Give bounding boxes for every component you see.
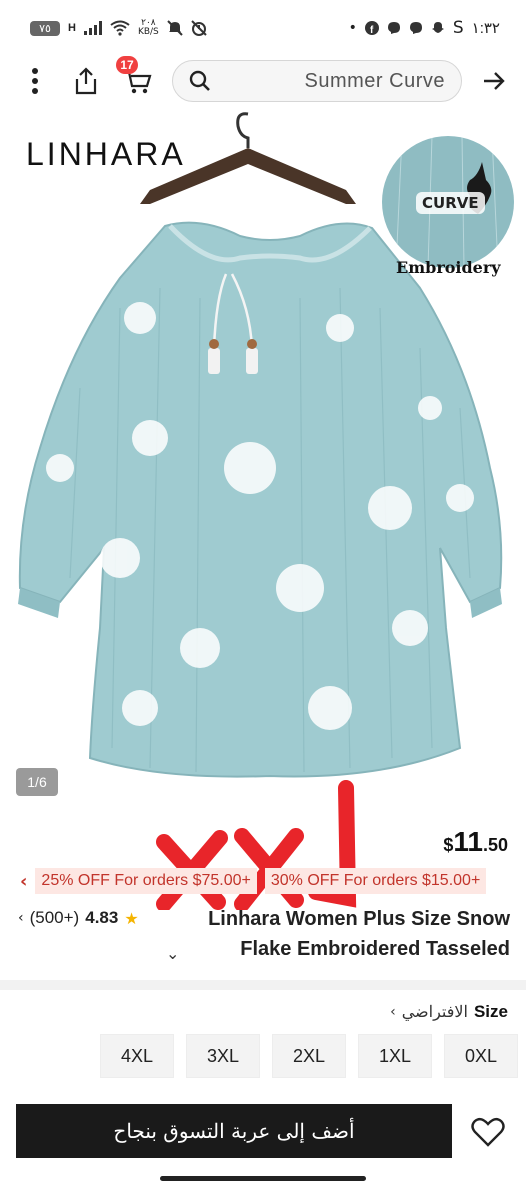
snapchat-icon — [431, 22, 444, 33]
alarm-icon — [191, 20, 207, 36]
curve-label: CURVE — [416, 192, 485, 214]
more-vertical-icon — [32, 68, 38, 94]
status-left: ٧٥ H ٢٠٨ KB/S — [30, 19, 207, 37]
notification-dot-icon: • — [348, 20, 357, 36]
rating-row[interactable]: ‹ (500+) 4.83 ★ — [18, 908, 139, 928]
network-speed: ٢٠٨ KB/S — [138, 19, 159, 37]
size-option-0xl[interactable]: 0XL — [444, 1034, 518, 1078]
expand-title-chevron-icon[interactable]: ⌄ — [166, 944, 179, 963]
cart-count-badge: 17 — [116, 56, 138, 74]
size-option-1xl[interactable]: 1XL — [358, 1034, 432, 1078]
size-options: 4XL 3XL 2XL 1XL 0XL — [100, 1034, 518, 1078]
facebook-icon: f — [364, 21, 379, 35]
wishlist-button[interactable] — [466, 1112, 510, 1152]
messenger-icon — [387, 22, 400, 34]
embroidery-label: Embroidery — [396, 258, 501, 277]
home-indicator[interactable] — [160, 1176, 366, 1181]
share-button[interactable] — [68, 62, 104, 100]
size-option-3xl[interactable]: 3XL — [186, 1034, 260, 1078]
add-to-cart-button[interactable]: أضف إلى عربة التسوق بنجاح — [16, 1104, 452, 1158]
brand-logo: LINHARA — [26, 136, 186, 172]
bottom-action-bar: أضف إلى عربة التسوق بنجاح — [0, 1096, 526, 1168]
reviews-count: (500+) — [29, 908, 80, 927]
size-label: Size — [473, 1002, 508, 1021]
mute-icon — [167, 20, 183, 36]
promo-strip[interactable]: ‹ 25% OFF For orders $75.00+ 30% OFF For… — [0, 866, 526, 896]
top-nav: 17 Summer Curve — [0, 56, 526, 108]
arrow-right-icon — [484, 72, 505, 90]
product-title-line-2: Flake Embroidered Tasseled — [240, 938, 510, 960]
more-options-button[interactable] — [20, 64, 50, 98]
share-icon — [75, 67, 97, 95]
chevron-left-icon: ‹ — [18, 910, 24, 926]
size-header[interactable]: ‹ الافتراضي Size — [390, 1002, 508, 1022]
search-input[interactable]: Summer Curve — [172, 60, 462, 102]
clock: ١:٣٢ — [471, 20, 500, 37]
product-price: $11.50 — [443, 826, 508, 858]
status-right: • f S ١:٣٢ — [349, 18, 500, 38]
image-counter: 1/6 — [16, 768, 58, 796]
search-submit-button[interactable] — [478, 64, 510, 98]
size-option-4xl[interactable]: 4XL — [100, 1034, 174, 1078]
search-input-value: Summer Curve — [304, 69, 445, 92]
signal-icon — [83, 21, 102, 35]
search-icon — [189, 70, 210, 91]
chevron-left-icon: ‹ — [390, 1004, 396, 1020]
rating-value: 4.83 — [85, 908, 119, 927]
price-fraction: .50 — [482, 835, 508, 855]
size-option-2xl[interactable]: 2XL — [272, 1034, 346, 1078]
messenger-icon — [409, 22, 422, 34]
section-divider — [0, 980, 526, 990]
network-type: H — [68, 22, 76, 34]
price-currency: $ — [443, 835, 454, 855]
product-image-carousel[interactable]: LINHARA CURVE Embroidery 1/6 — [0, 108, 526, 814]
promo-item[interactable]: 25% OFF For orders $75.00+ — [35, 868, 257, 894]
s-icon: S — [452, 18, 464, 38]
chevron-left-icon: ‹ — [20, 870, 28, 892]
status-bar: ٧٥ H ٢٠٨ KB/S • f S ١:٣٢ — [0, 0, 526, 56]
battery-icon: ٧٥ — [30, 20, 60, 36]
product-title-line-1: Linhara Women Plus Size Snow — [208, 908, 510, 930]
wifi-icon — [110, 20, 130, 36]
size-default-label: الافتراضي — [401, 1004, 468, 1021]
star-icon: ★ — [124, 908, 139, 928]
network-speed-unit: KB/S — [137, 27, 159, 37]
heart-icon — [471, 1117, 505, 1147]
promo-item[interactable]: 30% OFF For orders $15.00+ — [264, 868, 487, 894]
price-whole: 11 — [453, 826, 483, 857]
product-page: ٧٥ H ٢٠٨ KB/S • f S ١:٣٢ 17 Summer Curve… — [0, 0, 526, 1186]
